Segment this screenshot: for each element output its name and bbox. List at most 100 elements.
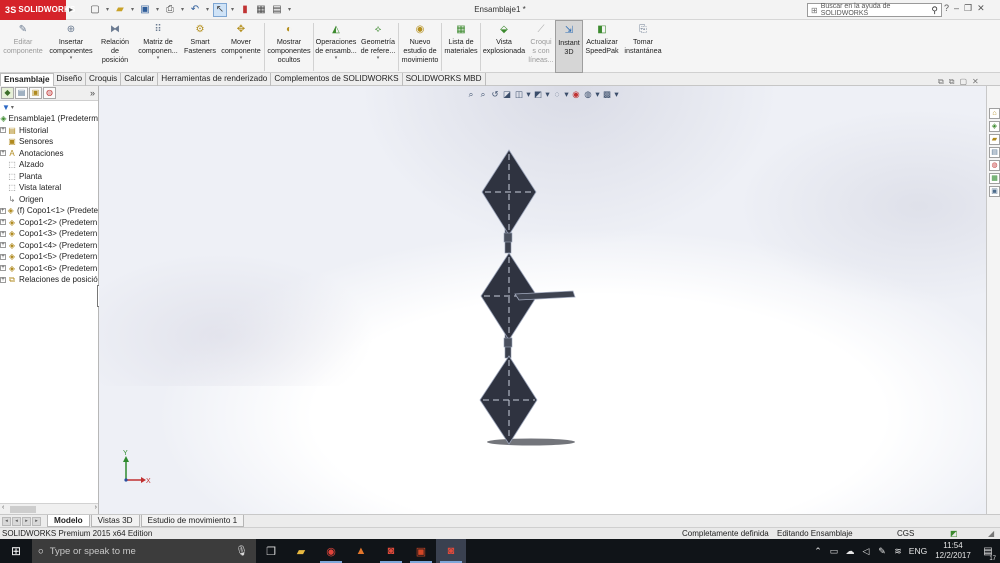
file-explorer-icon[interactable]: ▤	[989, 147, 1000, 158]
scroll-right-icon[interactable]: ›	[95, 504, 97, 511]
chevron-up-icon[interactable]: ⌃	[810, 546, 826, 557]
tree-item[interactable]: ⬚ Vista lateral	[0, 182, 98, 194]
tab-modelo[interactable]: Modelo	[47, 515, 90, 527]
actualizar-speedpak-button[interactable]: ◧ Actualizar SpeedPak	[583, 20, 621, 73]
tree-item[interactable]: + ◈ Copo1<4> (Predetern	[0, 240, 98, 252]
configuration-manager-tab-icon[interactable]: ▣	[29, 87, 42, 99]
lista-materiales-button[interactable]: ▦ Lista de materiales	[442, 20, 480, 73]
powerpoint-icon[interactable]: ▣	[406, 539, 436, 563]
tree-item[interactable]: ▣ Sensores	[0, 136, 98, 148]
file-properties-icon[interactable]: ▦	[254, 3, 268, 17]
tree-item[interactable]: ↳ Origen	[0, 194, 98, 206]
tree-item[interactable]: ⬚ Planta	[0, 171, 98, 183]
chevron-down-icon[interactable]: ▾	[286, 6, 293, 13]
unit-system[interactable]: CGS	[897, 529, 914, 538]
tree-item[interactable]: + ⧉ Relaciones de posició	[0, 274, 98, 286]
menu-expand-icon[interactable]: ▸	[66, 0, 76, 20]
solidworks-logo[interactable]: 3S SOLIDWORKS	[0, 0, 75, 20]
view-settings-icon[interactable]: ▩	[602, 89, 612, 100]
tree-item[interactable]: + ▤ Historial	[0, 125, 98, 137]
wifi-icon[interactable]: ≋	[890, 546, 906, 557]
tree-item[interactable]: ⬚ Alzado	[0, 159, 98, 171]
chevron-down-icon[interactable]: ▾	[377, 55, 380, 61]
clock[interactable]: 11:54 12/2/2017	[930, 541, 976, 561]
cortana-search-box[interactable]: ○ Type or speak to me 🎙	[32, 539, 256, 563]
chevron-down-icon[interactable]: ▾	[229, 6, 236, 13]
graphics-area[interactable]: Y X	[99, 86, 986, 514]
tree-item[interactable]: + ◈ Copo1<3> (Predetern	[0, 228, 98, 240]
geometria-referencia-button[interactable]: ⟡ Geometría de refere... ▾	[358, 20, 398, 73]
matriz-componente-button[interactable]: ⠿ Matriz de componen... ▾	[134, 20, 182, 73]
save-icon[interactable]: ▣	[138, 3, 152, 17]
solidworks-active-taskbar-icon[interactable]: ◙	[436, 539, 466, 563]
next-tab-icon[interactable]: ▸	[22, 516, 31, 526]
chevron-down-icon[interactable]: ▾	[545, 89, 550, 100]
tree-item[interactable]: + ◈ Copo1<5> (Predetern	[0, 251, 98, 263]
minimize-icon[interactable]: –	[954, 3, 959, 14]
chevron-down-icon[interactable]: ▾	[157, 55, 160, 61]
windows-start-icon[interactable]: ⊞	[0, 539, 32, 563]
smart-fasteners-button[interactable]: ⚙ Smart Fasteners	[182, 20, 218, 73]
expand-icon[interactable]: +	[0, 276, 6, 283]
close-icon[interactable]: ✕	[977, 3, 985, 14]
chevron-down-icon[interactable]: ▾	[70, 55, 73, 61]
task-view-icon[interactable]: ❐	[256, 539, 286, 563]
croquis-lineas-button[interactable]: ⟋ Croqui s con líneas...	[527, 20, 555, 73]
microphone-icon[interactable]: 🎙	[235, 546, 248, 557]
tab-diseno[interactable]: Diseño	[54, 73, 87, 86]
chevron-down-icon[interactable]: ▾	[129, 6, 136, 13]
expand-icon[interactable]: +	[0, 127, 6, 134]
chevron-down-icon[interactable]: ▾	[526, 89, 531, 100]
tab-calcular[interactable]: Calcular	[121, 73, 159, 86]
matlab-icon[interactable]: ▲	[346, 539, 376, 563]
display-style-icon[interactable]: ◩	[533, 89, 543, 100]
chevron-down-icon[interactable]: ▾	[179, 6, 186, 13]
view-orientation-icon[interactable]: ◫	[514, 89, 524, 100]
last-tab-icon[interactable]: ▸	[32, 516, 41, 526]
tab-complementos[interactable]: Complementos de SOLIDWORKS	[271, 73, 403, 86]
home-icon[interactable]: ⌂	[989, 108, 1000, 119]
chevron-down-icon[interactable]: ▾	[614, 89, 619, 100]
network-icon[interactable]: ▭	[826, 546, 842, 557]
tree-item[interactable]: + ◈ Copo1<6> (Predetern	[0, 263, 98, 275]
tree-item[interactable]: + ◈ (f) Copo1<1> (Predete	[0, 205, 98, 217]
tree-filter[interactable]: ▼ ▾	[0, 101, 98, 113]
expand-icon[interactable]: +	[0, 219, 6, 226]
editar-componente-button[interactable]: ✎ Editar componente	[0, 20, 46, 73]
help-search-input[interactable]: ⊞ Buscar en la ayuda de SOLIDWORKS ⚲	[807, 3, 942, 17]
custom-properties-icon[interactable]: ▦	[989, 173, 1000, 184]
help-icon[interactable]: ?	[944, 3, 949, 14]
prev-tab-icon[interactable]: ◂	[12, 516, 21, 526]
undo-icon[interactable]: ↶	[188, 3, 202, 17]
instant-3d-button[interactable]: ⇲ Instant 3D	[555, 20, 583, 73]
tab-herramientas-renderizado[interactable]: Herramientas de renderizado	[158, 73, 272, 86]
expand-icon[interactable]: +	[0, 265, 6, 272]
tree-root[interactable]: ◈ Ensamblaje1 (Predeterm	[0, 113, 98, 125]
rebuild-icon[interactable]: ▮	[238, 3, 252, 17]
expand-icon[interactable]: +	[0, 253, 6, 260]
restore-icon[interactable]: ❐	[964, 3, 972, 14]
scroll-thumb[interactable]	[10, 506, 36, 513]
section-view-icon[interactable]: ◪	[502, 89, 512, 100]
scroll-left-icon[interactable]: ‹	[2, 504, 4, 511]
first-tab-icon[interactable]: ◂	[2, 516, 11, 526]
operaciones-ensamblaje-button[interactable]: ◭ Operaciones de ensamb... ▾	[314, 20, 358, 73]
expand-icon[interactable]: +	[0, 150, 6, 157]
nuevo-estudio-movimiento-button[interactable]: ◉ Nuevo estudio de movimiento	[399, 20, 441, 73]
tree-item[interactable]: + A Anotaciones	[0, 148, 98, 160]
scene-icon[interactable]: ◍	[583, 89, 593, 100]
search-icon[interactable]: ⚲	[931, 5, 938, 16]
zoom-to-area-icon[interactable]: ⌕	[478, 89, 488, 100]
expand-icon[interactable]: +	[0, 207, 6, 214]
property-manager-tab-icon[interactable]: ▤	[15, 87, 28, 99]
chevron-down-icon[interactable]: ▾	[240, 55, 243, 61]
solidworks-taskbar-icon[interactable]: ◙	[376, 539, 406, 563]
appearances-icon[interactable]: ◍	[989, 160, 1000, 171]
mostrar-componentes-ocultos-button[interactable]: ◐ Mostrar componentes ocultos	[265, 20, 313, 73]
chrome-icon[interactable]: ◉	[316, 539, 346, 563]
rebuild-status-icon[interactable]: ◩	[950, 529, 958, 538]
tab-croquis[interactable]: Croquis	[86, 73, 122, 86]
forum-icon[interactable]: ▣	[989, 186, 1000, 197]
tab-solidworks-mbd[interactable]: SOLIDWORKS MBD	[403, 73, 486, 86]
language-indicator[interactable]: ENG	[906, 546, 930, 556]
